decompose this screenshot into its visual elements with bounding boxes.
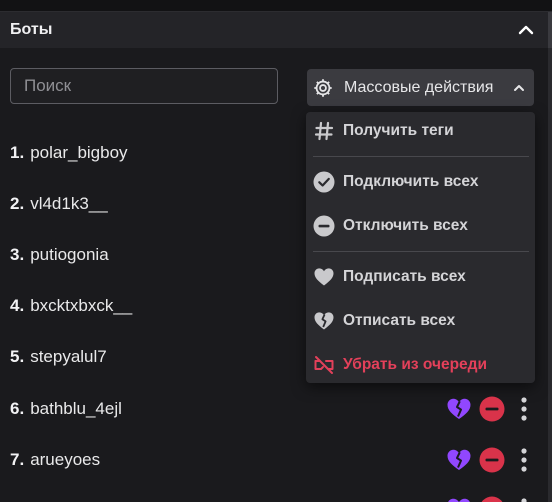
more-vertical-icon[interactable] (516, 446, 532, 474)
bot-name: stepyalul7 (30, 347, 107, 366)
row-actions (446, 496, 540, 502)
bot-row[interactable]: 2. vl4d1k3__ (10, 189, 540, 219)
more-vertical-icon[interactable] (516, 496, 532, 502)
bot-row[interactable]: 4. bxcktxbxck__ (10, 291, 540, 321)
panel-header[interactable]: Боты (0, 12, 552, 48)
bot-number: 2. (10, 194, 25, 213)
bulk-actions-label: Массовые действия (344, 78, 494, 96)
bot-name: bxcktxbxck__ (30, 296, 133, 315)
bot-row[interactable]: 6. bathblu_4ejl (10, 394, 540, 424)
bot-number: 3. (10, 245, 25, 264)
chevron-up-icon[interactable] (516, 20, 536, 40)
broken-heart-icon[interactable] (446, 496, 472, 502)
bot-name: arueyoes (30, 450, 101, 469)
bulk-actions-button[interactable]: Массовые действия (307, 69, 534, 106)
scrollbar[interactable] (548, 48, 552, 502)
panel-title: Боты (10, 21, 53, 38)
bot-row[interactable]: 5. stepyalul7 (10, 342, 540, 372)
bot-row[interactable]: 3. putiogonia (10, 240, 540, 270)
search-input[interactable] (10, 68, 278, 104)
bot-number: 1. (10, 143, 25, 162)
minus-circle-icon[interactable] (479, 496, 505, 502)
row-actions (446, 445, 540, 475)
minus-circle-icon[interactable] (479, 396, 505, 422)
more-vertical-icon[interactable] (516, 395, 532, 423)
bot-name: vl4d1k3__ (30, 194, 108, 213)
broken-heart-icon[interactable] (446, 396, 472, 422)
broken-heart-icon[interactable] (446, 447, 472, 473)
menu-item-label: Отключить всех (343, 217, 468, 234)
bot-row[interactable]: 7. arueyoes (10, 445, 540, 475)
bot-number: 4. (10, 296, 25, 315)
top-bar (0, 0, 552, 12)
bot-row[interactable]: 1. polar_bigboy (10, 138, 540, 168)
bot-number: 6. (10, 399, 25, 418)
bot-number: 7. (10, 450, 25, 469)
bot-number: 5. (10, 347, 25, 366)
bot-name: putiogonia (30, 245, 109, 264)
menu-item-label: Подписать всех (343, 268, 466, 285)
bot-name: bathblu_4ejl (30, 399, 122, 418)
row-actions (446, 394, 540, 424)
minus-circle-icon[interactable] (479, 447, 505, 473)
chevron-up-icon (514, 84, 524, 91)
gear-icon (314, 78, 332, 97)
bot-name: polar_bigboy (30, 143, 128, 162)
